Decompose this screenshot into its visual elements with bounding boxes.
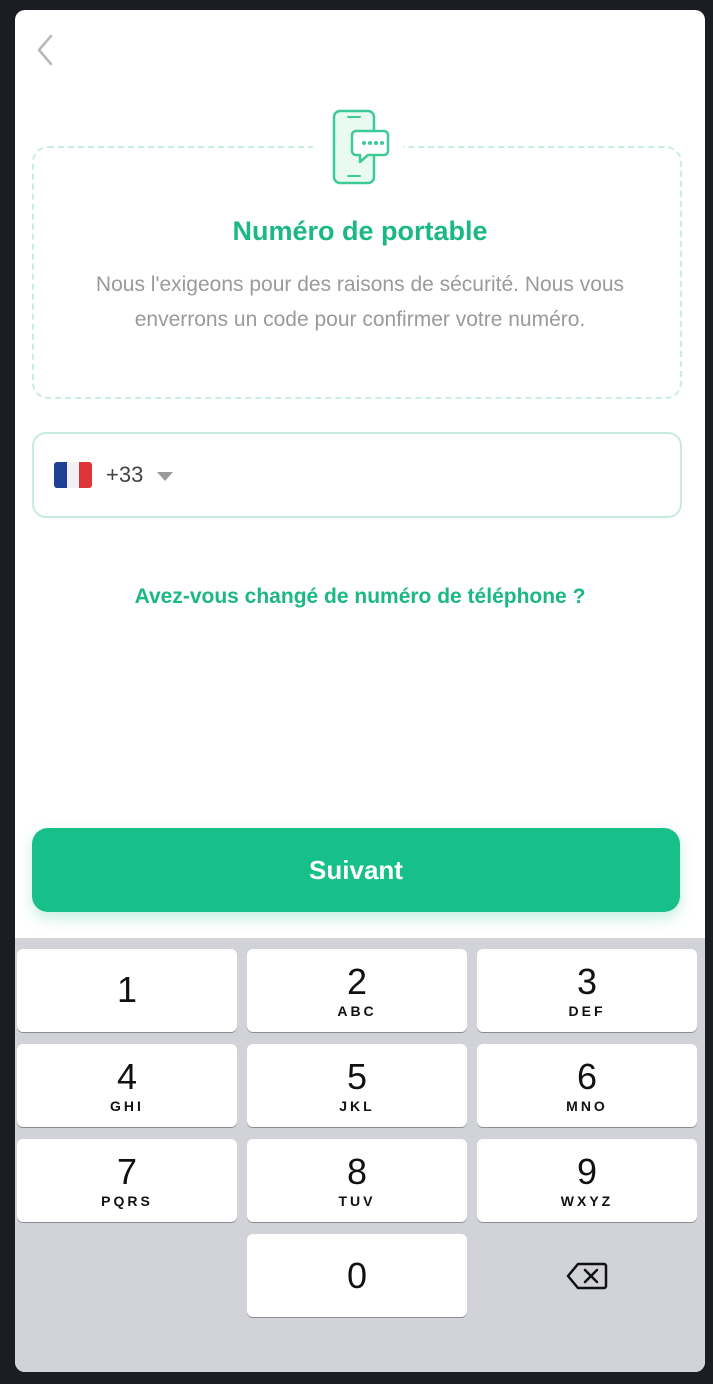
phone-message-icon [313, 106, 403, 188]
change-number-link[interactable]: Avez-vous changé de numéro de téléphone … [15, 585, 705, 609]
caret-down-icon[interactable] [157, 471, 174, 481]
key-digit: 5 [346, 1055, 368, 1097]
flag-france-icon[interactable] [54, 462, 92, 488]
key-5[interactable]: 5 JKL [247, 1044, 467, 1127]
screen: Numéro de portable Nous l'exigeons pour … [15, 10, 705, 1372]
next-button[interactable]: Suivant [32, 828, 680, 912]
key-2[interactable]: 2 ABC [247, 949, 467, 1032]
key-letters: DEF [568, 1002, 606, 1019]
key-7[interactable]: 7 PQRS [17, 1139, 237, 1222]
key-8[interactable]: 8 TUV [247, 1139, 467, 1222]
key-digit: 4 [116, 1055, 138, 1097]
key-digit: 9 [576, 1150, 598, 1192]
key-3[interactable]: 3 DEF [477, 949, 697, 1032]
key-letters: WXYZ [560, 1192, 614, 1209]
key-0[interactable]: 0 [247, 1234, 467, 1317]
back-button[interactable] [31, 32, 59, 68]
key-letters: JKL [339, 1097, 375, 1114]
key-letters: ABC [337, 1002, 377, 1019]
backspace-icon [566, 1262, 608, 1289]
key-4[interactable]: 4 GHI [17, 1044, 237, 1127]
key-digit: 7 [116, 1150, 138, 1192]
key-digit: 6 [576, 1055, 598, 1097]
key-letters: GHI [110, 1097, 144, 1114]
key-digit: 1 [116, 968, 138, 1010]
key-letters: TUV [338, 1192, 376, 1209]
key-letters: PQRS [101, 1192, 153, 1209]
key-digit: 0 [346, 1254, 368, 1296]
key-digit: 8 [346, 1150, 368, 1192]
key-6[interactable]: 6 MNO [477, 1044, 697, 1127]
card-title: Numéro de portable [232, 216, 488, 246]
chevron-left-icon [37, 34, 53, 66]
key-9[interactable]: 9 WXYZ [477, 1139, 697, 1222]
numeric-keypad: 1 2 ABC 3 DEF 4 GHI 5 JKL 6 MNO 7 PQRS 8 [15, 938, 705, 1372]
key-digit: 3 [576, 960, 598, 1002]
card-description: Nous l'exigeons pour des raisons de sécu… [95, 273, 625, 331]
key-1[interactable]: 1 [17, 949, 237, 1032]
key-letters: MNO [566, 1097, 608, 1114]
key-digit: 2 [346, 960, 368, 1002]
dial-code[interactable]: +33 [106, 462, 143, 488]
phone-number-field[interactable]: +33 [32, 432, 682, 518]
delete-key[interactable] [477, 1234, 697, 1317]
